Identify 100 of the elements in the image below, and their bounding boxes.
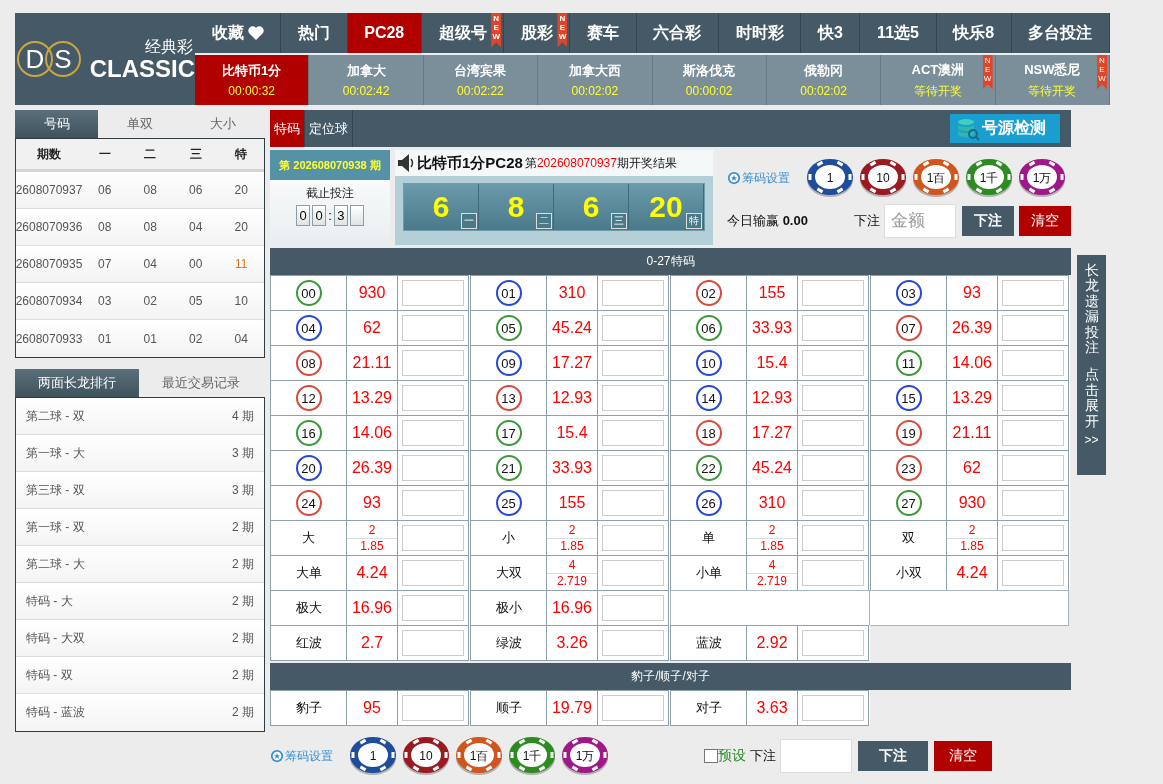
- chip-button[interactable]: 1万: [561, 736, 609, 776]
- chip-button[interactable]: 1百: [912, 158, 960, 198]
- clear-button[interactable]: 清空: [1019, 206, 1071, 236]
- odds-value: 26.39: [951, 319, 992, 337]
- bet-amount-field[interactable]: [1002, 560, 1064, 586]
- nav-tab[interactable]: 11选5: [860, 13, 937, 53]
- bet-amount-field[interactable]: [802, 385, 864, 411]
- bet-amount-field[interactable]: [1002, 490, 1064, 516]
- chip-button[interactable]: 1: [349, 736, 397, 776]
- bet-amount-field[interactable]: [1002, 350, 1064, 376]
- amount-field[interactable]: 金额: [884, 204, 956, 238]
- game-name: 俄勒冈: [804, 62, 844, 80]
- nav-tab[interactable]: PC28: [347, 13, 422, 53]
- bet-amount-field[interactable]: [1002, 455, 1064, 481]
- nav-tab[interactable]: 快乐8: [936, 13, 1012, 53]
- bet-amount-field[interactable]: [602, 350, 664, 376]
- option-label: 大单: [295, 564, 322, 582]
- chip-button[interactable]: 1千: [965, 158, 1013, 198]
- chip-button[interactable]: 1百: [455, 736, 503, 776]
- ranking-tab[interactable]: 最近交易记录: [139, 369, 263, 397]
- bet-amount-field[interactable]: [1002, 385, 1064, 411]
- chip-button[interactable]: 10: [402, 736, 450, 776]
- bet-button[interactable]: 下注: [858, 741, 928, 771]
- bet-amount-field[interactable]: [802, 455, 864, 481]
- bet-amount-field[interactable]: [402, 315, 464, 341]
- ranking-tab[interactable]: 两面长龙排行: [15, 369, 139, 397]
- bet-amount-field[interactable]: [602, 630, 664, 656]
- bet-amount-field[interactable]: [402, 695, 464, 721]
- bet-amount-field[interactable]: [402, 525, 464, 551]
- bet-type-tab[interactable]: 特码: [270, 110, 305, 147]
- bet-amount-field[interactable]: [602, 385, 664, 411]
- bet-amount-field[interactable]: [602, 490, 664, 516]
- bet-amount-field[interactable]: [402, 280, 464, 306]
- history-tab[interactable]: 单双: [98, 110, 181, 138]
- bet-amount-field[interactable]: [402, 560, 464, 586]
- clear-button[interactable]: 清空: [934, 741, 992, 771]
- nav-tab[interactable]: 多台投注: [1011, 13, 1111, 53]
- ranking-label: 特码 - 大双: [26, 629, 85, 647]
- section-header: 豹子/顺子/对子: [270, 663, 1071, 690]
- bet-amount-field[interactable]: [402, 490, 464, 516]
- bet-amount-field[interactable]: [1002, 525, 1064, 551]
- result-number: 8: [507, 190, 525, 224]
- number-ball: 22: [695, 455, 722, 481]
- history-tab[interactable]: 号码: [15, 110, 98, 138]
- bet-amount-field[interactable]: [802, 695, 864, 721]
- bet-amount-field[interactable]: [402, 420, 464, 446]
- game-tab[interactable]: 比特币1分 00:00:32: [195, 55, 310, 105]
- bet-amount-field[interactable]: [802, 280, 864, 306]
- bet-amount-field[interactable]: [602, 560, 664, 586]
- countdown-digit: 3: [333, 205, 348, 226]
- odds-value: 33.93: [551, 459, 592, 477]
- chip-button[interactable]: 1千: [508, 736, 556, 776]
- bet-amount-field[interactable]: [402, 595, 464, 621]
- bet-amount-field[interactable]: [602, 455, 664, 481]
- bet-amount-field[interactable]: [402, 385, 464, 411]
- ranking-count: 2 期: [232, 555, 254, 573]
- nav-tab[interactable]: 六合彩: [636, 13, 719, 53]
- nav-tab[interactable]: 收藏: [195, 13, 282, 53]
- bet-amount-field[interactable]: [1002, 420, 1064, 446]
- nav-tab[interactable]: 时时彩: [719, 13, 802, 53]
- bet-amount-field[interactable]: [802, 490, 864, 516]
- game-name: NSW悉尼: [1024, 60, 1081, 79]
- chip-button[interactable]: 1万: [1018, 158, 1066, 198]
- bet-amount-field[interactable]: [602, 315, 664, 341]
- odds-value: 930: [358, 284, 386, 302]
- bet-amount-field[interactable]: [602, 695, 664, 721]
- history-tab[interactable]: 大小: [181, 110, 264, 138]
- table-cell-text: 04: [233, 330, 249, 348]
- nav-tab[interactable]: 快3: [801, 13, 861, 53]
- number-ball: 07: [895, 315, 922, 341]
- bet-amount-field[interactable]: [402, 630, 464, 656]
- odds-value: 2.92: [756, 634, 788, 652]
- ranking-label: 特码 - 蓝波: [26, 704, 85, 721]
- bet-amount-field[interactable]: [802, 315, 864, 341]
- bet-button[interactable]: 下注: [962, 206, 1014, 236]
- preset-checkbox[interactable]: [704, 749, 718, 763]
- option-label: 大: [302, 529, 315, 547]
- bet-amount-field[interactable]: [602, 595, 664, 621]
- bet-type-tab[interactable]: 定位球: [305, 110, 353, 147]
- odds-value: 62: [963, 459, 981, 477]
- game-tab[interactable]: ACT澳洲 等待开奖 NEW: [881, 55, 996, 105]
- bet-amount-field[interactable]: [602, 525, 664, 551]
- bet-amount-field[interactable]: [802, 350, 864, 376]
- bet-amount-field[interactable]: [402, 350, 464, 376]
- game-tab[interactable]: NSW悉尼 等待开奖 NEW: [995, 55, 1110, 105]
- nav-tab[interactable]: 热门: [281, 13, 348, 53]
- amount-field[interactable]: [780, 739, 852, 773]
- chip-button[interactable]: 10: [859, 158, 907, 198]
- chip-button[interactable]: 1: [806, 158, 854, 198]
- side-panel-tab[interactable]: 长龙遗漏投注 点击展开 >>: [1077, 255, 1106, 475]
- nav-tab[interactable]: 赛车: [570, 13, 637, 53]
- bet-amount-field[interactable]: [602, 280, 664, 306]
- bet-amount-field[interactable]: [402, 455, 464, 481]
- bet-amount-field[interactable]: [802, 630, 864, 656]
- bet-amount-field[interactable]: [602, 420, 664, 446]
- bet-amount-field[interactable]: [1002, 280, 1064, 306]
- bet-amount-field[interactable]: [802, 525, 864, 551]
- bet-amount-field[interactable]: [1002, 315, 1064, 341]
- bet-amount-field[interactable]: [802, 420, 864, 446]
- bet-amount-field[interactable]: [802, 560, 864, 586]
